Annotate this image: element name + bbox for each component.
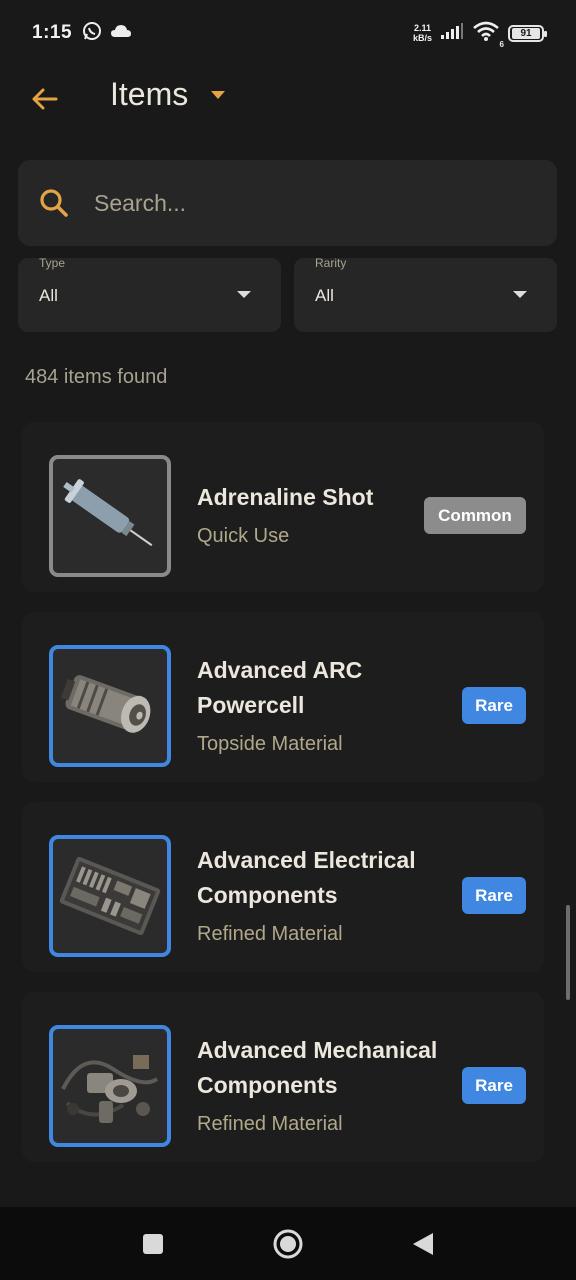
type-filter-select[interactable]: Type All [18, 256, 281, 332]
title-dropdown[interactable]: Items [110, 76, 226, 113]
rarity-filter-value: All [315, 286, 334, 305]
item-category: Refined Material [197, 1113, 343, 1135]
cloud-icon [110, 23, 132, 44]
rarity-filter-select[interactable]: Rarity All [294, 256, 557, 332]
network-speed-value: 2.11 [413, 23, 431, 33]
back-nav-button[interactable] [407, 1228, 439, 1260]
powercell-icon [49, 645, 171, 767]
search-input[interactable] [94, 189, 494, 217]
status-bar: 1:15 2.11 kB/s 6 91 [0, 0, 576, 66]
square-icon [143, 1233, 163, 1254]
search-icon [40, 189, 68, 217]
system-nav-bar [0, 1207, 576, 1280]
app-bar: Items [0, 66, 576, 130]
network-speed: 2.11 kB/s [413, 23, 432, 43]
rarity-badge: Rare [462, 687, 526, 724]
type-filter-label: Type [39, 256, 66, 270]
rarity-filter-label: Rarity [315, 256, 347, 270]
syringe-icon [49, 455, 171, 577]
item-name: Advanced Mechanical Components [197, 1037, 438, 1098]
type-filter-value: All [39, 286, 58, 305]
recents-button[interactable] [137, 1228, 169, 1260]
electrical-components-icon [49, 835, 171, 957]
search-box[interactable] [18, 160, 557, 246]
page-title: Items [110, 76, 189, 112]
network-speed-unit: kB/s [412, 33, 432, 43]
signal-icon [440, 22, 464, 45]
whatsapp-icon [82, 21, 102, 46]
arrow-left-icon [32, 88, 58, 110]
item-name: Advanced Electrical Components [197, 847, 416, 908]
wifi-icon: 6 [472, 20, 504, 49]
status-notification-icons [82, 21, 132, 46]
chevron-down-icon [237, 291, 251, 298]
rarity-badge: Rare [462, 877, 526, 914]
battery-icon: 91 [508, 24, 547, 42]
home-button[interactable] [272, 1228, 304, 1260]
item-category: Topside Material [197, 733, 343, 755]
mechanical-components-icon [49, 1025, 171, 1147]
results-count: 484 items found [25, 366, 168, 388]
triangle-back-icon [413, 1232, 433, 1255]
circle-icon [273, 1229, 303, 1258]
wifi-badge: 6 [499, 39, 504, 49]
item-name: Advanced ARC Powercell [197, 657, 363, 718]
rarity-badge: Common [424, 497, 526, 534]
caret-down-icon [211, 90, 226, 99]
chevron-down-icon [513, 291, 527, 298]
item-card[interactable]: Advanced ARC Powercell Topside Material … [22, 612, 544, 782]
rarity-badge: Rare [462, 1067, 526, 1104]
back-button[interactable] [24, 82, 64, 116]
item-card[interactable]: Adrenaline Shot Quick Use Common [22, 422, 544, 592]
battery-level: 91 [512, 27, 540, 39]
item-card[interactable]: Advanced Electrical Components Refined M… [22, 802, 544, 972]
item-card[interactable]: Advanced Mechanical Components Refined M… [22, 992, 544, 1162]
status-system-icons: 2.11 kB/s 6 91 [413, 20, 547, 49]
item-category: Quick Use [197, 525, 290, 547]
scrollbar-thumb[interactable] [566, 905, 570, 1000]
item-category: Refined Material [197, 923, 343, 945]
status-time: 1:15 [32, 22, 73, 43]
